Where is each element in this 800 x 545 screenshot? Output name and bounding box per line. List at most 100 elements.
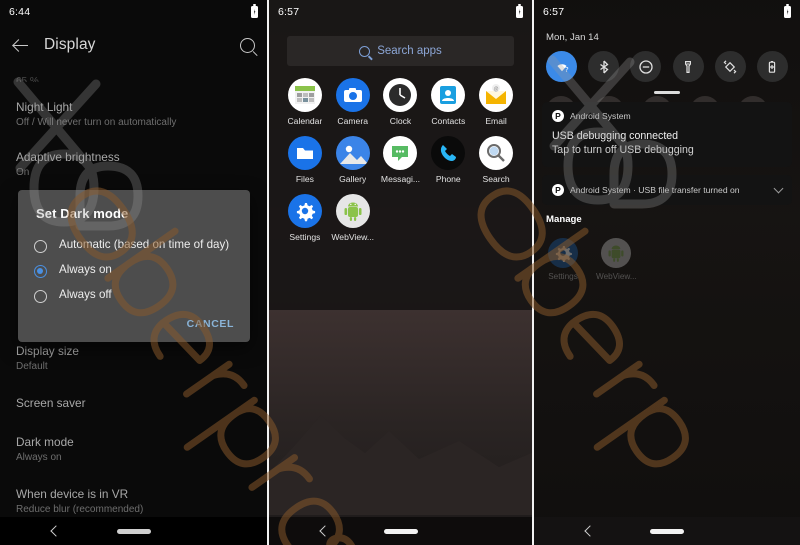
status-bar: 6:57 xyxy=(534,0,800,24)
search-icon[interactable] xyxy=(240,37,255,53)
search-placeholder: Search apps xyxy=(377,45,442,57)
wifi-question-icon: ? xyxy=(556,63,569,74)
dnd-tile[interactable] xyxy=(630,51,662,82)
wifi-tile[interactable]: ? xyxy=(546,51,577,82)
app-label: Files xyxy=(295,174,314,184)
app-item-email[interactable]: @ Email xyxy=(472,78,520,126)
settings-list-bottom: Display size Default Screen saver Dark m… xyxy=(0,336,267,521)
phone-panel-app-drawer: 6:57 Search apps Calendar Camera Clock C… xyxy=(267,0,534,545)
webview-icon xyxy=(601,238,632,268)
messaging-icon xyxy=(383,136,418,170)
battery-charging-icon xyxy=(784,4,791,18)
back-arrow-icon[interactable] xyxy=(12,36,30,54)
list-item-screen-saver[interactable]: Screen saver xyxy=(16,378,251,415)
app-item-clock[interactable]: Clock xyxy=(377,78,425,126)
notification-usb-file-transfer[interactable]: P Android System · USB file transfer tur… xyxy=(542,175,792,205)
dark-mode-dialog: Set Dark mode Automatic (based on time o… xyxy=(18,190,250,342)
flashlight-tile[interactable] xyxy=(672,51,704,82)
files-icon xyxy=(287,136,322,170)
home-pill-icon[interactable] xyxy=(116,528,151,534)
gallery-icon xyxy=(335,136,370,170)
home-pill-icon[interactable] xyxy=(383,528,418,534)
bluetooth-tile[interactable] xyxy=(588,51,620,82)
phone-icon xyxy=(431,136,466,170)
app-item-settings[interactable]: Settings xyxy=(281,194,329,242)
notification-header: P Android System · USB file transfer tur… xyxy=(552,184,740,196)
list-item-dark-mode[interactable]: Dark mode Always on xyxy=(16,415,251,469)
batterysaver-tile[interactable] xyxy=(756,51,788,82)
flashlight-icon xyxy=(685,60,692,73)
list-item-display-size[interactable]: Display size Default xyxy=(16,336,251,378)
status-icons xyxy=(516,4,523,18)
shade-drag-handle[interactable] xyxy=(654,91,680,94)
auto-rotate-icon xyxy=(723,59,737,74)
app-label: Camera xyxy=(337,116,368,126)
notification-usb-debugging[interactable]: P Android System USB debugging connected… xyxy=(542,102,792,167)
radio-button[interactable] xyxy=(34,240,47,253)
app-item-phone[interactable]: Phone xyxy=(424,136,472,184)
app-item-calendar[interactable]: Calendar xyxy=(281,78,329,126)
radio-label: Automatic (based on time of day) xyxy=(59,238,230,251)
list-item-title: Dark mode xyxy=(16,435,74,449)
list-item-subtitle: Default xyxy=(16,361,48,372)
notification-subtitle: Tap to turn off USB debugging xyxy=(552,144,694,156)
app-item-webview[interactable]: WebView... xyxy=(329,194,377,242)
app-label: Calendar xyxy=(287,116,323,126)
status-time: 6:57 xyxy=(278,6,300,18)
app-item-messaging[interactable]: Messagi... xyxy=(377,136,425,184)
radio-option-automatic[interactable]: Automatic (based on time of day) xyxy=(18,233,250,258)
status-bar: 6:57 xyxy=(269,0,532,24)
chevron-down-icon[interactable] xyxy=(773,183,784,194)
battery-saver-icon xyxy=(769,60,776,73)
app-label: Settings xyxy=(548,272,578,281)
search-app-icon xyxy=(479,136,514,170)
app-label: WebView... xyxy=(331,232,375,242)
nav-back-icon[interactable] xyxy=(584,525,596,537)
list-item[interactable]: 65 % xyxy=(16,66,251,82)
radio-label: Always off xyxy=(59,288,112,301)
app-item-files[interactable]: Files xyxy=(281,136,329,184)
app-label: Search xyxy=(482,174,510,184)
nav-back-icon[interactable] xyxy=(50,525,62,537)
status-icons xyxy=(251,4,258,18)
svg-text:@: @ xyxy=(494,87,499,93)
app-item-search[interactable]: Search xyxy=(472,136,520,184)
email-icon: @ xyxy=(479,78,514,112)
autorotate-tile[interactable] xyxy=(714,51,746,82)
app-grid: Calendar Camera Clock Contacts @ Email F… xyxy=(269,78,532,242)
app-item-contacts[interactable]: Contacts xyxy=(424,78,472,126)
list-item-vr[interactable]: When device is in VR Reduce blur (recomm… xyxy=(16,469,251,521)
app-item-gallery[interactable]: Gallery xyxy=(329,136,377,184)
list-item-subtitle: Off / Will never turn on automatically xyxy=(16,117,177,128)
list-item-title: Night Light xyxy=(16,100,73,114)
radio-button[interactable] xyxy=(34,290,47,303)
background-app-settings: Settings xyxy=(548,238,578,281)
radio-button-selected[interactable] xyxy=(34,265,47,278)
page-title: Display xyxy=(44,36,96,53)
list-item-adaptive-brightness[interactable]: Adaptive brightness On xyxy=(16,134,251,184)
cancel-button[interactable]: CANCEL xyxy=(187,318,234,330)
navigation-bar xyxy=(269,517,532,545)
search-input[interactable]: Search apps xyxy=(287,36,514,66)
camera-icon xyxy=(335,78,370,112)
list-item-subtitle: On xyxy=(16,167,30,178)
list-item-subtitle: Reduce blur (recommended) xyxy=(16,504,144,515)
search-icon xyxy=(359,45,371,57)
navigation-bar xyxy=(0,517,267,545)
radio-option-always-off[interactable]: Always off xyxy=(18,283,250,308)
settings-icon xyxy=(287,194,322,228)
app-label: WebView... xyxy=(596,272,637,281)
home-pill-icon[interactable] xyxy=(650,528,684,534)
app-item-camera[interactable]: Camera xyxy=(329,78,377,126)
navigation-bar xyxy=(534,517,800,545)
manage-notifications-button[interactable]: Manage xyxy=(534,205,800,225)
app-label: Gallery xyxy=(339,174,367,184)
list-item-night-light[interactable]: Night Light Off / Will never turn on aut… xyxy=(16,82,251,134)
status-time: 6:44 xyxy=(9,6,31,18)
notification-app-name: Android System xyxy=(570,111,631,121)
nav-back-icon[interactable] xyxy=(319,525,331,537)
wallpaper-mountain xyxy=(269,415,532,515)
radio-option-always-on[interactable]: Always on xyxy=(18,258,250,283)
quick-settings-tiles: ? xyxy=(534,43,800,82)
phone-panel-settings: 6:44 Display 65 % Night Light Off / Will… xyxy=(0,0,267,545)
